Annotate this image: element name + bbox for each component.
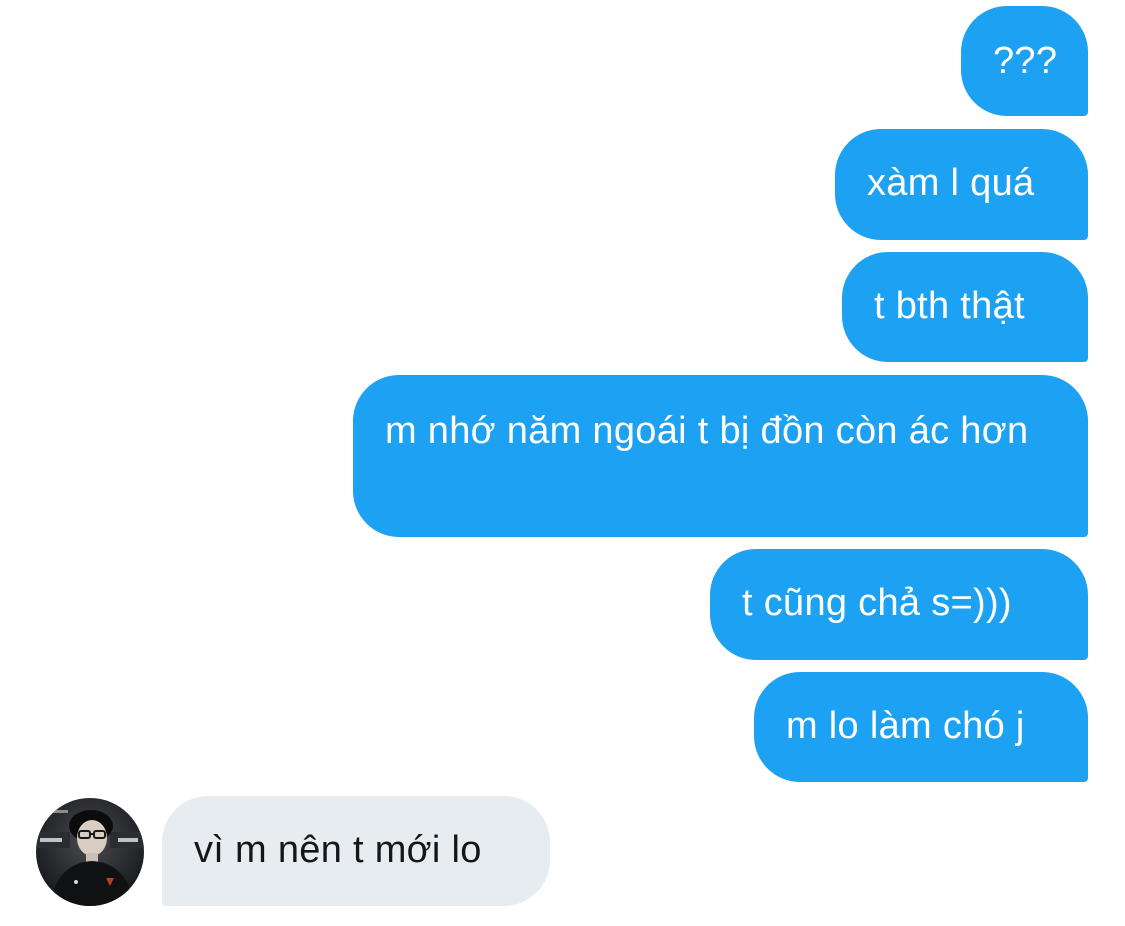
message-text: xàm l quá <box>867 162 1035 204</box>
message-text: m lo làm chó j <box>786 705 1025 747</box>
sent-message-bubble[interactable]: xàm l quá <box>835 129 1088 240</box>
message-text: ??? <box>993 40 1058 82</box>
message-text: t cũng chả s=))) <box>742 582 1012 624</box>
sent-message-bubble[interactable]: ??? <box>961 6 1088 116</box>
message-text: m nhớ năm ngoái t bị đồn còn ác hơn <box>385 410 1029 452</box>
message-text: t bth thật <box>874 285 1025 327</box>
sender-avatar[interactable] <box>36 798 144 906</box>
sent-message-bubble[interactable]: m nhớ năm ngoái t bị đồn còn ác hơn <box>353 375 1088 537</box>
sent-message-bubble[interactable]: m lo làm chó j <box>754 672 1088 782</box>
sent-message-bubble[interactable]: t cũng chả s=))) <box>710 549 1088 660</box>
sent-message-bubble[interactable]: t bth thật <box>842 252 1088 362</box>
received-message-bubble[interactable]: vì m nên t mới lo <box>162 796 550 906</box>
user-avatar-icon <box>36 798 144 906</box>
message-text: vì m nên t mới lo <box>194 829 482 871</box>
